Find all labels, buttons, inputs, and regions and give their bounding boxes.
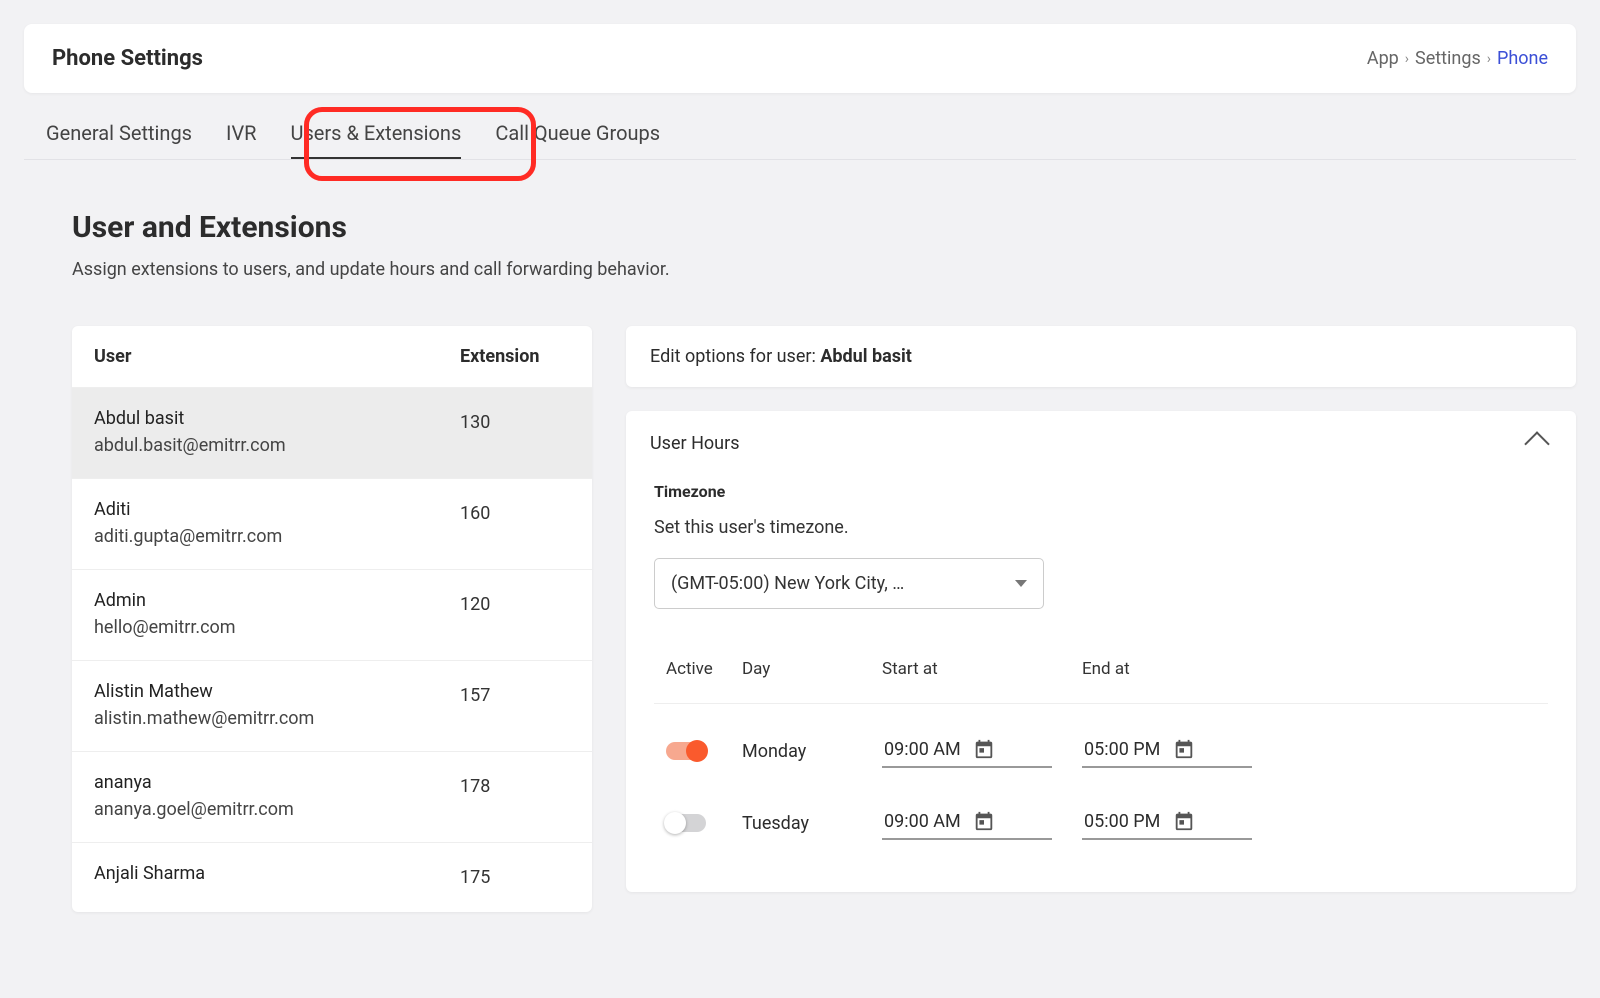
column-header-end: End at	[1082, 659, 1282, 679]
day-label: Monday	[742, 741, 882, 762]
tab-general-settings[interactable]: General Settings	[46, 121, 192, 159]
page-header: Phone Settings App › Settings › Phone	[24, 24, 1576, 93]
edit-prefix: Edit options for user:	[650, 346, 820, 367]
calendar-icon	[1173, 810, 1250, 832]
column-header-active: Active	[666, 659, 742, 679]
user-name: Abdul basit	[94, 408, 460, 429]
end-time-field[interactable]: 05:00 PM	[1082, 806, 1252, 840]
user-row[interactable]: Alistin Mathew alistin.mathew@emitrr.com…	[72, 660, 592, 751]
timezone-description: Set this user's timezone.	[654, 517, 1548, 538]
user-extension: 157	[460, 681, 570, 729]
end-time-value: 05:00 PM	[1084, 811, 1161, 832]
timezone-select[interactable]: (GMT-05:00) New York City, …	[654, 558, 1044, 609]
user-name: Anjali Sharma	[94, 863, 460, 884]
timezone-label: Timezone	[654, 482, 1548, 501]
user-extension: 175	[460, 863, 570, 890]
start-time-value: 09:00 AM	[884, 739, 961, 760]
user-extension: 120	[460, 590, 570, 638]
column-header-user: User	[94, 346, 460, 367]
start-time-value: 09:00 AM	[884, 811, 961, 832]
chevron-right-icon: ›	[1405, 51, 1409, 67]
end-time-value: 05:00 PM	[1084, 739, 1161, 760]
user-row[interactable]: Anjali Sharma 175	[72, 842, 592, 912]
user-name: ananya	[94, 772, 460, 793]
tab-call-queue-groups[interactable]: Call Queue Groups	[495, 121, 660, 159]
user-extension: 160	[460, 499, 570, 547]
active-toggle[interactable]	[666, 742, 706, 760]
chevron-up-icon	[1524, 431, 1549, 456]
tab-users-extensions[interactable]: Users & Extensions	[291, 121, 462, 159]
user-email: hello@emitrr.com	[94, 617, 460, 638]
chevron-right-icon: ›	[1487, 51, 1491, 67]
hours-row: Tuesday 09:00 AM	[654, 796, 1548, 868]
caret-down-icon	[1015, 580, 1027, 587]
user-extension: 130	[460, 408, 570, 456]
user-name: Aditi	[94, 499, 460, 520]
edit-username: Abdul basit	[820, 346, 912, 367]
user-hours-toggle[interactable]: User Hours	[626, 411, 1576, 476]
end-time-field[interactable]: 05:00 PM	[1082, 734, 1252, 768]
hours-row: Monday 09:00 AM	[654, 724, 1548, 796]
hours-table: Active Day Start at End at Monday	[654, 659, 1548, 868]
breadcrumb-app[interactable]: App	[1367, 48, 1399, 69]
breadcrumb-settings[interactable]: Settings	[1415, 48, 1481, 69]
user-email: abdul.basit@emitrr.com	[94, 435, 460, 456]
tabs: General Settings IVR Users & Extensions …	[24, 107, 1576, 160]
tab-ivr[interactable]: IVR	[226, 121, 257, 159]
breadcrumb: App › Settings › Phone	[1367, 48, 1548, 69]
calendar-icon	[973, 810, 1050, 832]
start-time-field[interactable]: 09:00 AM	[882, 734, 1052, 768]
start-time-field[interactable]: 09:00 AM	[882, 806, 1052, 840]
user-name: Admin	[94, 590, 460, 611]
user-extension: 178	[460, 772, 570, 820]
breadcrumb-current[interactable]: Phone	[1497, 48, 1548, 69]
user-email: aditi.gupta@emitrr.com	[94, 526, 460, 547]
timezone-value: (GMT-05:00) New York City, …	[671, 573, 904, 594]
user-row[interactable]: Aditi aditi.gupta@emitrr.com 160	[72, 478, 592, 569]
user-row[interactable]: Abdul basit abdul.basit@emitrr.com 130	[72, 387, 592, 478]
active-toggle[interactable]	[666, 814, 706, 832]
user-name: Alistin Mathew	[94, 681, 460, 702]
user-email: ananya.goel@emitrr.com	[94, 799, 460, 820]
day-label: Tuesday	[742, 813, 882, 834]
column-header-day: Day	[742, 659, 882, 679]
calendar-icon	[1173, 738, 1250, 760]
user-row[interactable]: Admin hello@emitrr.com 120	[72, 569, 592, 660]
user-hours-title: User Hours	[650, 433, 740, 454]
user-hours-panel: User Hours Timezone Set this user's time…	[626, 411, 1576, 892]
calendar-icon	[973, 738, 1050, 760]
column-header-start: Start at	[882, 659, 1082, 679]
users-list: User Extension Abdul basit abdul.basit@e…	[72, 326, 592, 912]
column-header-extension: Extension	[460, 346, 570, 367]
user-email: alistin.mathew@emitrr.com	[94, 708, 460, 729]
page-title: Phone Settings	[52, 46, 203, 71]
section-description: Assign extensions to users, and update h…	[72, 259, 1576, 280]
user-row[interactable]: ananya ananya.goel@emitrr.com 178	[72, 751, 592, 842]
edit-panel-header: Edit options for user: Abdul basit	[626, 326, 1576, 387]
section-title: User and Extensions	[72, 210, 1576, 245]
